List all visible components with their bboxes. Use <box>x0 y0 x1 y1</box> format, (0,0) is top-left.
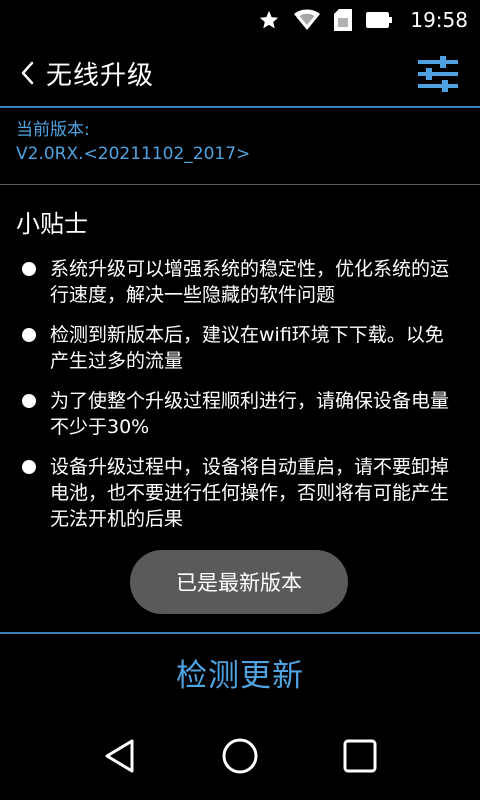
nav-home-button[interactable] <box>210 726 270 786</box>
status-bar: 19:58 <box>0 0 480 40</box>
tip-text: 系统升级可以增强系统的稳定性，优化系统的运行速度，解决一些隐藏的软件问题 <box>50 258 450 306</box>
title-bar: 无线升级 <box>0 40 480 106</box>
sim-card-icon <box>334 9 353 31</box>
home-circle-icon <box>222 738 258 774</box>
status-time: 19:58 <box>410 8 468 32</box>
star-icon <box>258 9 280 31</box>
version-value: V2.0RX.<20211102_2017> <box>16 144 251 164</box>
recents-square-icon <box>343 739 377 773</box>
title-divider <box>0 106 480 108</box>
back-triangle-icon <box>105 739 134 773</box>
bullet-icon <box>22 328 36 342</box>
tip-item: 设备升级过程中，设备将自动重启，请不要卸掉电池，也不要进行任何操作，否则将有可能… <box>22 454 460 532</box>
check-update-button[interactable]: 检测更新 <box>0 634 480 710</box>
tips-title: 小贴士 <box>16 210 88 238</box>
bullet-icon <box>22 262 36 276</box>
toast-message: 已是最新版本 <box>130 550 348 614</box>
tip-text: 为了使整个升级过程顺利进行，请确保设备电量不少于30% <box>50 390 450 438</box>
bullet-icon <box>22 394 36 408</box>
nav-back-button[interactable] <box>90 726 150 786</box>
tip-text: 检测到新版本后，建议在wifi环境下下载。以免产生过多的流量 <box>50 324 444 372</box>
chevron-left-icon <box>16 60 38 86</box>
version-info: 当前版本: V2.0RX.<20211102_2017> <box>16 118 464 166</box>
nav-recents-button[interactable] <box>330 726 390 786</box>
wifi-icon <box>294 9 321 31</box>
back-button[interactable]: 无线升级 <box>16 55 154 92</box>
navigation-bar <box>0 712 480 800</box>
tip-item: 为了使整个升级过程顺利进行，请确保设备电量不少于30% <box>22 388 460 440</box>
bullet-icon <box>22 460 36 474</box>
version-divider <box>0 184 480 185</box>
battery-icon <box>366 12 393 28</box>
tip-item: 检测到新版本后，建议在wifi环境下下载。以免产生过多的流量 <box>22 322 460 374</box>
settings-button[interactable] <box>418 56 458 92</box>
tip-item: 系统升级可以增强系统的稳定性，优化系统的运行速度，解决一些隐藏的软件问题 <box>22 256 460 308</box>
tips-list: 系统升级可以增强系统的稳定性，优化系统的运行速度，解决一些隐藏的软件问题 检测到… <box>22 256 460 546</box>
sliders-icon <box>418 56 458 92</box>
page-title: 无线升级 <box>46 60 155 91</box>
version-label: 当前版本: <box>16 120 90 140</box>
tip-text: 设备升级过程中，设备将自动重启，请不要卸掉电池，也不要进行任何操作，否则将有可能… <box>50 456 450 530</box>
